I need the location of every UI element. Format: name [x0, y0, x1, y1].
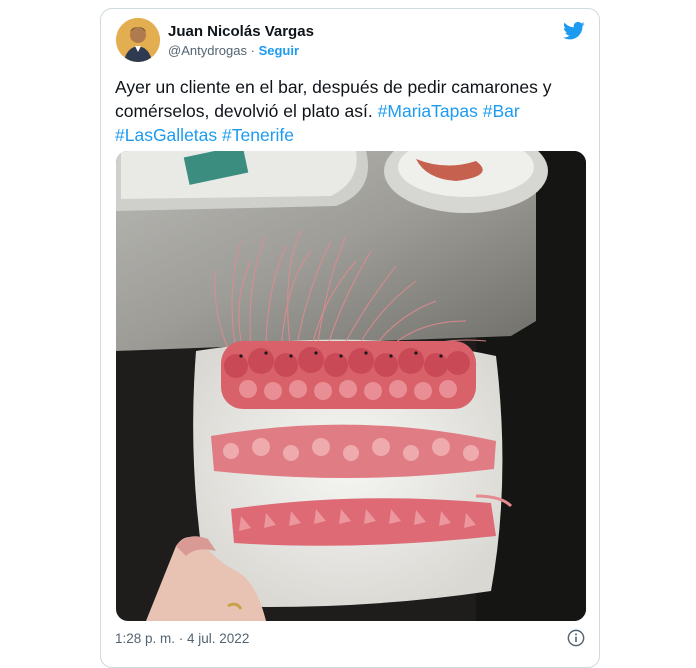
photo-shrimp-plate	[116, 151, 586, 621]
hashtag-mariatapas[interactable]: #MariaTapas	[378, 101, 478, 121]
avatar-icon	[116, 18, 160, 62]
hashtag-tenerife[interactable]: #Tenerife	[222, 125, 294, 145]
hashtag-lasgalletas[interactable]: #LasGalletas	[115, 125, 217, 145]
author-meta: @Antydrogas · Seguir	[168, 43, 299, 58]
author-handle[interactable]: @Antydrogas	[168, 43, 247, 58]
separator-dot: ·	[250, 43, 255, 58]
tweet-photo[interactable]	[116, 151, 586, 621]
info-icon[interactable]	[567, 629, 585, 647]
hashtag-bar[interactable]: #Bar	[483, 101, 520, 121]
author-name[interactable]: Juan Nicolás Vargas	[168, 23, 314, 40]
tweet-text: Ayer un cliente en el bar, después de pe…	[115, 75, 555, 147]
twitter-bird-icon[interactable]	[563, 21, 585, 41]
follow-button[interactable]: Seguir	[259, 43, 299, 58]
author-avatar[interactable]	[116, 18, 160, 62]
tweet-card: Juan Nicolás Vargas @Antydrogas · Seguir…	[100, 8, 600, 668]
tweet-timestamp[interactable]: 1:28 p. m. · 4 jul. 2022	[115, 631, 249, 646]
